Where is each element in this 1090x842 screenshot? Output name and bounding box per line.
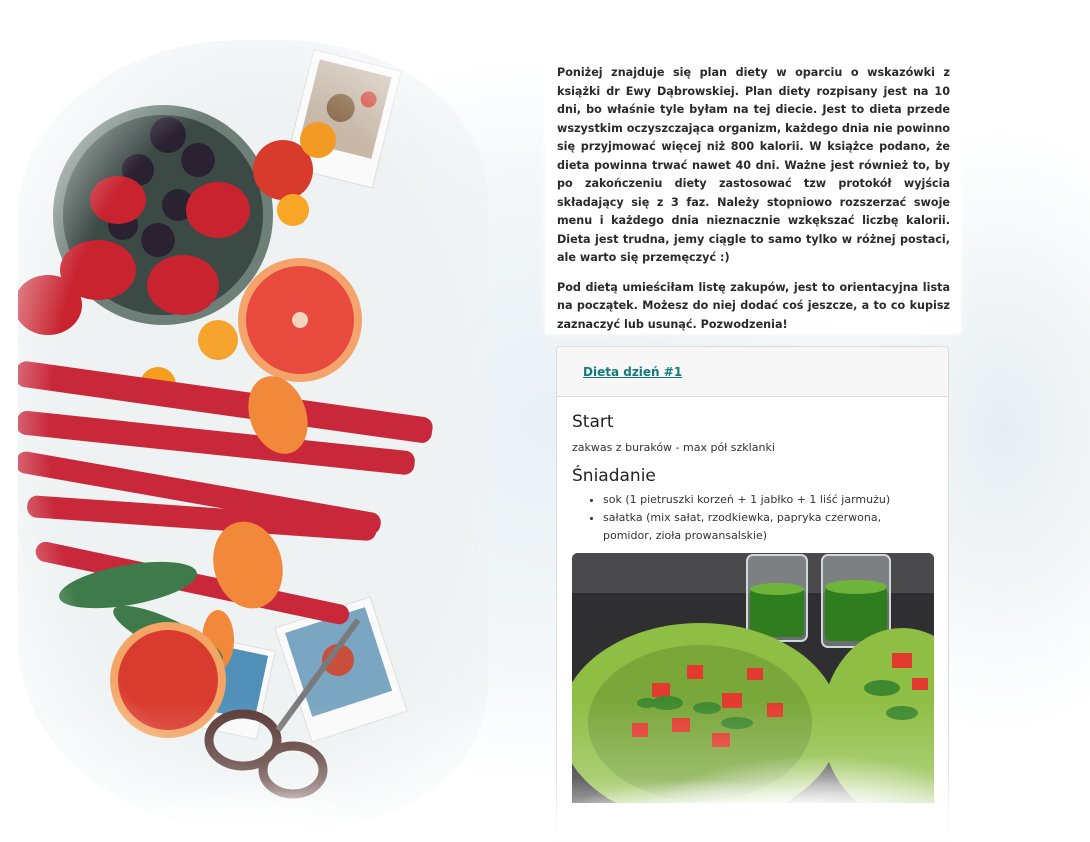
page: Poniżej znajduje się plan diety w oparci… bbox=[0, 0, 1090, 842]
food-collage-image bbox=[18, 40, 488, 830]
breakfast-list: sok (1 pietruszki korzeń + 1 jabłko + 1 … bbox=[572, 491, 933, 545]
intro-paragraph-shopping: Pod dietą umieściłam listę zakupów, jest… bbox=[557, 280, 950, 331]
intro-paragraph: Poniżej znajduje się plan diety w oparci… bbox=[557, 66, 950, 264]
breakfast-photo bbox=[572, 553, 934, 803]
diet-day-card-header: Dieta dzień #1 bbox=[557, 347, 948, 397]
diet-day-link[interactable]: Dieta dzień #1 bbox=[583, 365, 682, 379]
list-item: sałatka (mix sałat, rzodkiewka, papryka … bbox=[603, 509, 933, 545]
intro-card: Poniżej znajduje się plan diety w oparci… bbox=[545, 54, 961, 334]
meal-start-text: zakwas z buraków - max pół szklanki bbox=[572, 441, 775, 454]
meal-title-start: Start bbox=[572, 412, 614, 432]
diet-day-card: Dieta dzień #1 Start zakwas z buraków - … bbox=[556, 346, 949, 842]
meal-title-breakfast: Śniadanie bbox=[572, 466, 656, 486]
list-item: sok (1 pietruszki korzeń + 1 jabłko + 1 … bbox=[603, 491, 933, 509]
diet-day-card-body: Start zakwas z buraków - max pół szklank… bbox=[557, 397, 948, 803]
